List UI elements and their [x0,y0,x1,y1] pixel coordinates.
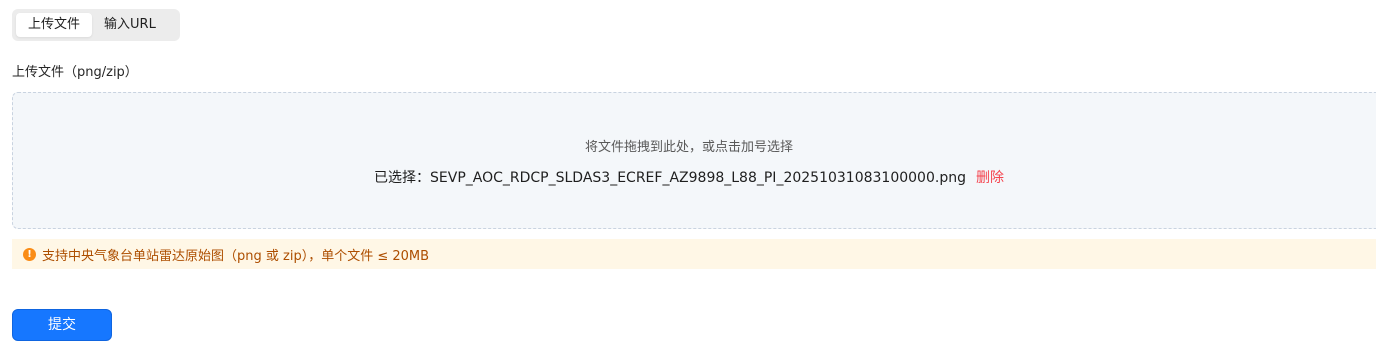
submit-button[interactable]: 提交 [12,309,112,341]
selected-prefix: 已选择： [374,170,431,186]
exclamation-circle-icon: ! [23,247,36,261]
delete-file-button[interactable]: 删除 [976,170,1004,186]
tab-input-url[interactable]: 输入URL [92,13,168,37]
dropzone-hint: 将文件拖拽到此处，或点击加号选择 [584,140,793,155]
upload-notice: ! 支持中央气象台单站雷达原始图（png 或 zip），单个文件 ≤ 20MB [12,239,1376,269]
source-tab-group: 上传文件 输入URL [12,9,180,41]
file-dropzone[interactable]: 将文件拖拽到此处，或点击加号选择 已选择：SEVP_AOC_RDCP_SLDAS… [12,92,1376,229]
tab-upload-file[interactable]: 上传文件 [16,13,93,37]
selected-file-line: 已选择：SEVP_AOC_RDCP_SLDAS3_ECREF_AZ9898_L8… [13,167,1365,187]
notice-text: 支持中央气象台单站雷达原始图（png 或 zip），单个文件 ≤ 20MB [42,248,430,264]
upload-field-label: 上传文件（png/zip） [12,65,138,80]
selected-file-name: SEVP_AOC_RDCP_SLDAS3_ECREF_AZ9898_L88_PI… [430,170,966,186]
